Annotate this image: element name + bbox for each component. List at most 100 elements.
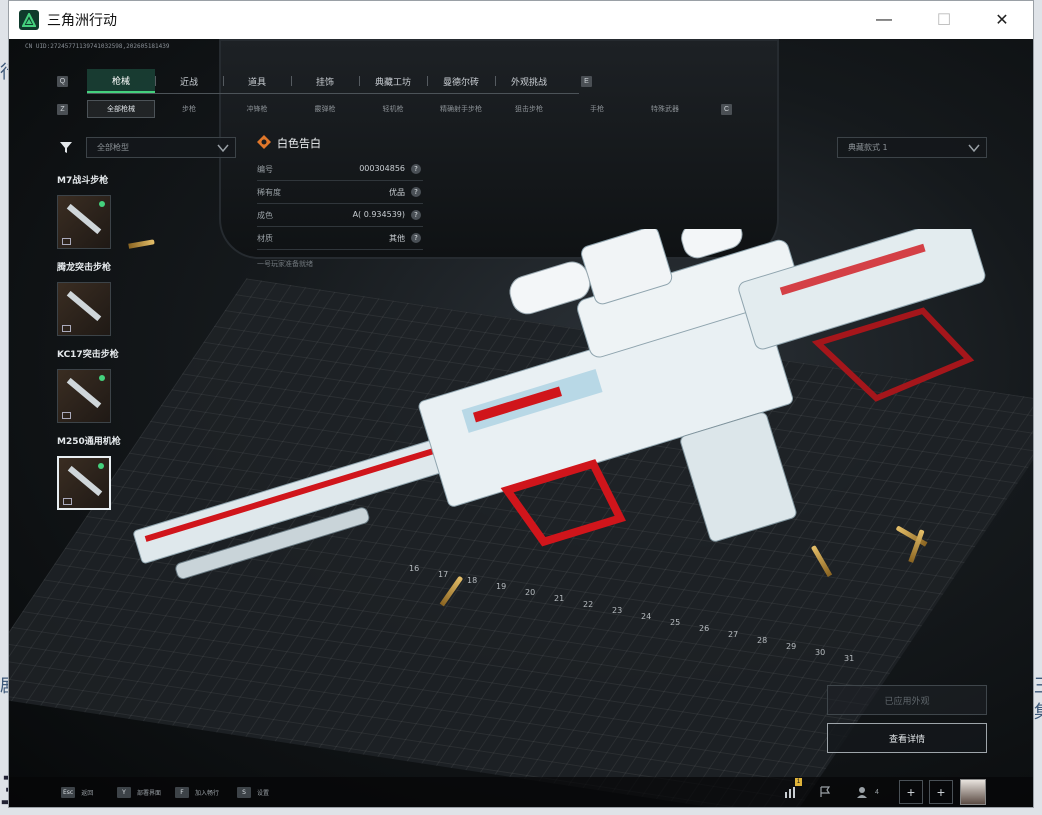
applied-appearance-button[interactable]: 已应用外观 bbox=[827, 685, 987, 715]
main-tabs: 枪械 近战 道具 挂饰 典藏工坊 曼德尔砖 外观挑战 bbox=[87, 69, 563, 93]
tab-sub-8[interactable]: 特殊武器 bbox=[631, 100, 699, 118]
ranking-icon[interactable]: 1 bbox=[779, 778, 803, 804]
key-cap: Esc bbox=[61, 787, 76, 798]
tab-sub-7[interactable]: 手枪 bbox=[563, 100, 631, 118]
game-viewport: 16 17 18 19 20 21 22 23 24 25 26 27 28 29 30 31 bbox=[9, 39, 1033, 807]
friends-icon bbox=[857, 787, 867, 798]
ruler-number: 27 bbox=[728, 630, 739, 639]
weapon-thumbnail bbox=[66, 203, 102, 235]
key-hint[interactable]: Esc 返回 bbox=[61, 787, 93, 798]
tab-sub-1[interactable]: 步枪 bbox=[155, 100, 223, 118]
friends-count: 4 bbox=[875, 788, 879, 796]
tab-main-2[interactable]: 道具 bbox=[223, 69, 291, 93]
game-window: 三角洲行动 — ☐ ✕ 16 17 18 19 20 21 22 23 24 25 26 27 28 29… bbox=[8, 0, 1034, 808]
weapon-name: M250通用机枪 bbox=[57, 437, 121, 447]
add-friend-button[interactable]: + bbox=[899, 780, 923, 804]
weapon-type-value: 全部枪型 bbox=[97, 143, 129, 152]
key-cap: Y bbox=[117, 787, 131, 798]
key-hint[interactable]: Y 部署界面 bbox=[117, 787, 161, 798]
sub-tabs: 全部枪械 步枪 冲锋枪 霰弹枪 轻机枪 精确射手步枪 狙击步枪 手枪 特殊武器 bbox=[87, 100, 699, 118]
key-hint[interactable]: S 设置 bbox=[237, 787, 269, 798]
tab-sub-6[interactable]: 狙击步枪 bbox=[495, 100, 563, 118]
avatar[interactable] bbox=[960, 779, 986, 805]
weapon-card[interactable] bbox=[57, 282, 111, 336]
tab-main-1[interactable]: 近战 bbox=[155, 69, 223, 93]
key-hint[interactable]: F 加入畅行 bbox=[175, 787, 219, 798]
stat-label: 编号 bbox=[257, 165, 273, 174]
minimize-button[interactable]: — bbox=[861, 1, 907, 39]
stat-row: 编号 000304856? bbox=[257, 159, 423, 181]
help-icon[interactable]: ? bbox=[411, 210, 421, 220]
weapon-card[interactable] bbox=[57, 369, 111, 423]
tab-main-5[interactable]: 曼德尔砖 bbox=[427, 69, 495, 93]
tab-sub-5[interactable]: 精确射手步枪 bbox=[427, 100, 495, 118]
tab-sub-2[interactable]: 冲锋枪 bbox=[223, 100, 291, 118]
weapon-card[interactable] bbox=[57, 195, 111, 249]
bg-fragment: 王集 bbox=[1034, 672, 1042, 724]
key-cap: F bbox=[175, 787, 189, 798]
skin-icon bbox=[62, 412, 71, 419]
title-bar: 三角洲行动 — ☐ ✕ bbox=[9, 1, 1033, 39]
weapon-render bbox=[133, 229, 986, 580]
stat-label: 材质 bbox=[257, 234, 273, 243]
filter-icon[interactable] bbox=[57, 138, 75, 156]
tab-sub-0[interactable]: 全部枪械 bbox=[87, 100, 155, 118]
next-subtab-key[interactable]: C bbox=[721, 104, 732, 115]
weapon-name: M7战斗步枪 bbox=[57, 176, 109, 186]
tab-sub-3[interactable]: 霰弹枪 bbox=[291, 100, 359, 118]
stat-row: 材质 其他? bbox=[257, 228, 423, 250]
chevron-down-icon bbox=[968, 144, 980, 153]
stat-row: 稀有度 优品? bbox=[257, 182, 423, 204]
key-hint-label: 设置 bbox=[257, 790, 270, 797]
stat-label: 稀有度 bbox=[257, 188, 281, 197]
tab-main-6[interactable]: 外观挑战 bbox=[495, 69, 563, 93]
bottom-bar: Esc 返回 Y 部署界面 F 加入畅行 S 设置 1 4 + + bbox=[9, 777, 1033, 807]
stat-label: 成色 bbox=[257, 211, 273, 220]
close-button[interactable]: ✕ bbox=[979, 1, 1025, 39]
new-indicator-icon bbox=[99, 201, 105, 207]
tab-main-3[interactable]: 挂饰 bbox=[291, 69, 359, 93]
flag-icon[interactable] bbox=[813, 780, 837, 804]
skin-rarity-icon bbox=[257, 135, 271, 149]
ruler-number: 28 bbox=[757, 636, 768, 645]
app-logo-icon bbox=[19, 10, 39, 30]
key-hint-label: 加入畅行 bbox=[195, 790, 220, 797]
prev-tab-key[interactable]: Q bbox=[57, 76, 68, 87]
ruler-number: 26 bbox=[699, 624, 710, 633]
collection-select[interactable]: 典藏款式 1 bbox=[837, 137, 987, 158]
help-icon[interactable]: ? bbox=[411, 164, 421, 174]
window-title: 三角洲行动 bbox=[47, 13, 117, 29]
help-icon[interactable]: ? bbox=[411, 233, 421, 243]
help-icon[interactable]: ? bbox=[411, 187, 421, 197]
maximize-button[interactable]: ☐ bbox=[921, 1, 967, 39]
skin-icon bbox=[63, 498, 72, 505]
weapon-name: KC17突击步枪 bbox=[57, 350, 119, 360]
weapon-thumbnail bbox=[66, 290, 102, 322]
ruler-number: 30 bbox=[815, 648, 826, 657]
skin-icon bbox=[62, 238, 71, 245]
view-details-button[interactable]: 查看详情 bbox=[827, 723, 987, 753]
ruler-number: 29 bbox=[786, 642, 797, 651]
prev-subtab-key[interactable]: Z bbox=[57, 104, 68, 115]
friends-indicator[interactable]: 4 bbox=[857, 786, 879, 798]
weapon-card[interactable] bbox=[57, 456, 111, 510]
stat-value: A( 0.934539) bbox=[352, 210, 405, 219]
player-uid: CN UID:27245771139741032598,202605181439 bbox=[25, 43, 170, 50]
skin-icon bbox=[62, 325, 71, 332]
add-team-button[interactable]: + bbox=[929, 780, 953, 804]
tab-sub-4[interactable]: 轻机枪 bbox=[359, 100, 427, 118]
collection-value: 典藏款式 1 bbox=[848, 143, 888, 152]
stat-value: 优品 bbox=[389, 188, 405, 197]
stat-value: 000304856 bbox=[359, 164, 405, 173]
weapon-type-select[interactable]: 全部枪型 bbox=[86, 137, 236, 158]
stat-row: 成色 A( 0.934539)? bbox=[257, 205, 423, 227]
skin-note: 一号玩家准备就绪 bbox=[257, 260, 313, 268]
next-tab-key[interactable]: E bbox=[581, 76, 592, 87]
tab-main-0[interactable]: 枪械 bbox=[87, 69, 155, 93]
tab-main-4[interactable]: 典藏工坊 bbox=[359, 69, 427, 93]
ranking-badge: 1 bbox=[795, 778, 802, 786]
new-indicator-icon bbox=[98, 463, 104, 469]
weapon-thumbnail bbox=[67, 465, 103, 497]
new-indicator-icon bbox=[99, 375, 105, 381]
tabs-divider bbox=[87, 93, 579, 94]
